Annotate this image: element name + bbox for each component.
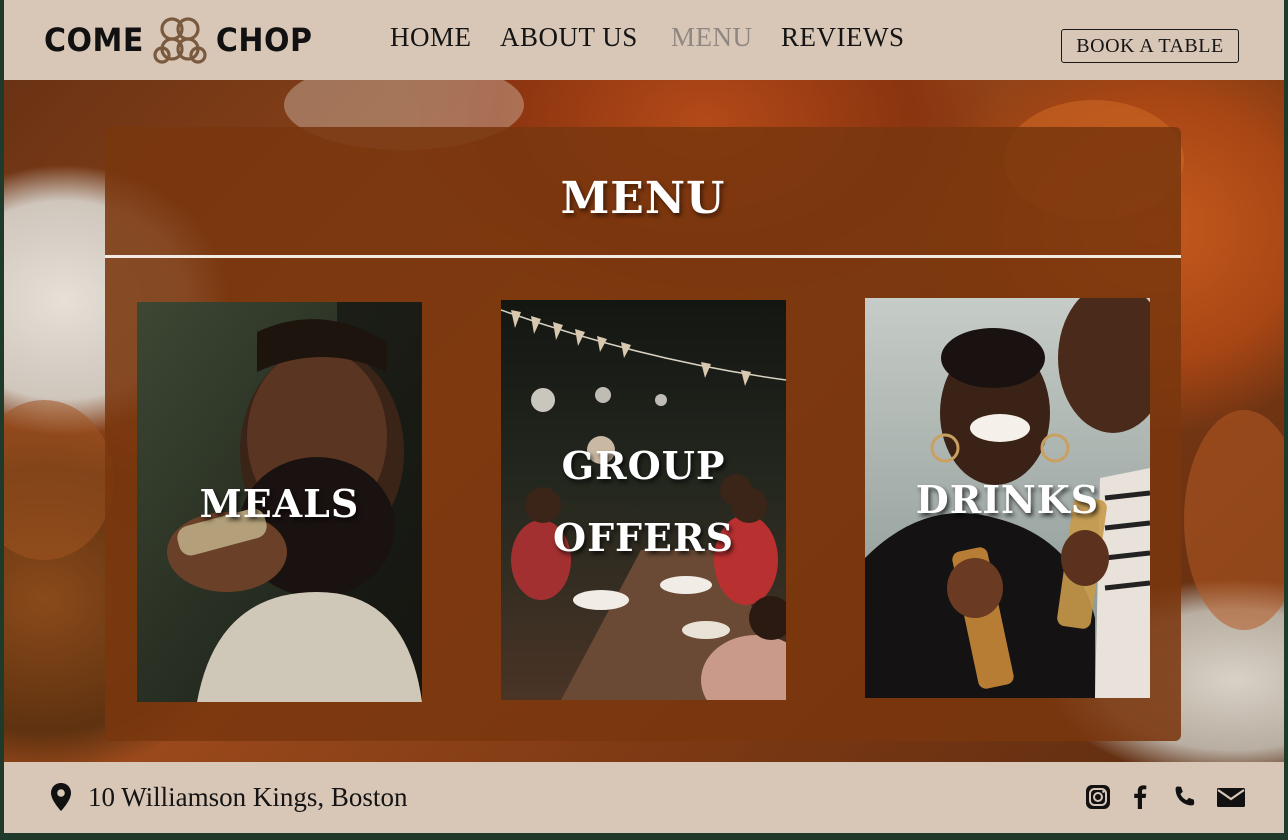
pot-rim — [1184, 410, 1284, 630]
mail-icon[interactable] — [1215, 783, 1247, 811]
page-frame: COME CHOP HOME ABOUT US MENU REVIEWS BOO… — [4, 0, 1284, 833]
facebook-icon[interactable] — [1126, 783, 1154, 811]
hero-food-background: MENU MEALS GROUP OFFERS DRINKS — [4, 80, 1284, 762]
book-table-button[interactable]: BOOK A TABLE — [1061, 29, 1239, 63]
footer-address: 10 Williamson Kings, Boston — [88, 782, 408, 812]
nav-menu[interactable]: MENU — [671, 22, 753, 53]
site-footer: 10 Williamson Kings, Boston — [4, 762, 1284, 833]
menu-panel: MENU MEALS GROUP OFFERS DRINKS — [105, 127, 1181, 741]
phone-icon[interactable] — [1170, 783, 1198, 811]
location-pin-icon — [51, 783, 71, 811]
menu-title: MENU — [560, 173, 726, 224]
menu-card-group-offers[interactable]: GROUP OFFERS — [501, 300, 786, 700]
roasted-chicken — [4, 400, 114, 560]
title-divider — [105, 255, 1181, 258]
nav-home[interactable]: HOME — [390, 22, 472, 53]
nav-about-us[interactable]: ABOUT US — [500, 22, 638, 53]
card-label-line: GROUP — [561, 443, 726, 488]
site-header: COME CHOP HOME ABOUT US MENU REVIEWS BOO… — [4, 0, 1284, 80]
card-label-line: OFFERS — [552, 515, 735, 560]
nav-reviews[interactable]: REVIEWS — [781, 22, 904, 53]
card-label-line: MEALS — [199, 481, 360, 526]
menu-card-drinks[interactable]: DRINKS — [865, 298, 1150, 698]
instagram-icon[interactable] — [1084, 783, 1112, 811]
card-label-line: DRINKS — [915, 477, 1100, 522]
menu-card-meals[interactable]: MEALS — [137, 302, 422, 702]
